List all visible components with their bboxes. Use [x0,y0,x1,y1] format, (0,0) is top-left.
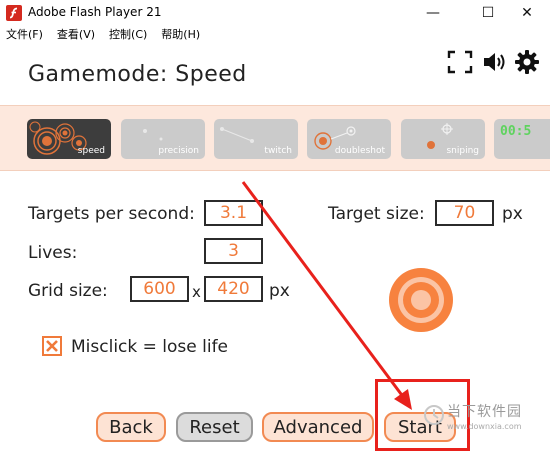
mode-label: doubleshot [334,146,385,156]
checkmark-x-icon [46,340,58,352]
volume-icon[interactable] [482,50,510,74]
flash-player-window: Adobe Flash Player 21 — ☐ ✕ 文件(F) 查看(V) … [0,0,550,456]
back-button[interactable]: Back [96,412,166,442]
lives-label: Lives: [28,243,78,263]
mode-precision[interactable]: precision [121,119,205,159]
gamemode-title: Gamemode: Speed [28,62,247,87]
grid-height-input[interactable]: 420 [204,276,263,302]
mode-label: sniping [446,146,479,156]
gear-icon[interactable] [515,50,539,74]
menu-view[interactable]: 查看(V) [57,26,95,44]
advanced-button[interactable]: Advanced [262,412,374,442]
menu-control[interactable]: 控制(C) [109,26,147,44]
menu-file[interactable]: 文件(F) [6,26,43,44]
misclick-checkbox[interactable] [42,336,62,356]
menu-help[interactable]: 帮助(H) [161,26,200,44]
challenge-timer-icon: 00:5 [500,124,531,139]
mode-sniping[interactable]: sniping [401,119,485,159]
mode-challenge[interactable]: 00:5 cha [494,119,550,159]
target-size-unit: px [502,204,523,224]
mode-doubleshot[interactable]: doubleshot [307,119,391,159]
mode-twitch[interactable]: twitch [214,119,298,159]
close-button[interactable]: ✕ [504,0,550,26]
grid-width-input[interactable]: 600 [130,276,189,302]
reset-button[interactable]: Reset [176,412,253,442]
minimize-button[interactable]: — [410,0,456,26]
svg-text:00:5: 00:5 [500,124,531,139]
mode-label: speed [77,146,105,156]
title-bar: Adobe Flash Player 21 — ☐ ✕ [0,0,550,26]
target-preview [389,268,453,332]
grid-size-label: Grid size: [28,281,108,301]
flash-app-icon [6,5,22,21]
target-size-label: Target size: [328,204,425,224]
grid-separator: x [192,283,201,301]
targets-per-second-label: Targets per second: [28,204,195,224]
fullscreen-icon[interactable] [447,50,473,74]
watermark-logo-icon [424,405,444,425]
watermark-url: www.downxia.com [447,422,522,431]
menu-bar: 文件(F) 查看(V) 控制(C) 帮助(H) [0,26,550,44]
targets-per-second-input[interactable]: 3.1 [204,200,263,226]
grid-size-unit: px [269,281,290,301]
mode-speed[interactable]: speed [27,119,111,159]
lives-input[interactable]: 3 [204,238,263,264]
target-size-input[interactable]: 70 [435,200,494,226]
window-title: Adobe Flash Player 21 [28,5,162,19]
mode-label: twitch [264,146,292,156]
watermark-name: 当下软件园 [447,404,522,420]
gamemode-strip: speed precision twitch doubleshot snipin… [0,105,550,171]
mode-label: precision [158,146,199,156]
misclick-label: Misclick = lose life [71,337,229,357]
